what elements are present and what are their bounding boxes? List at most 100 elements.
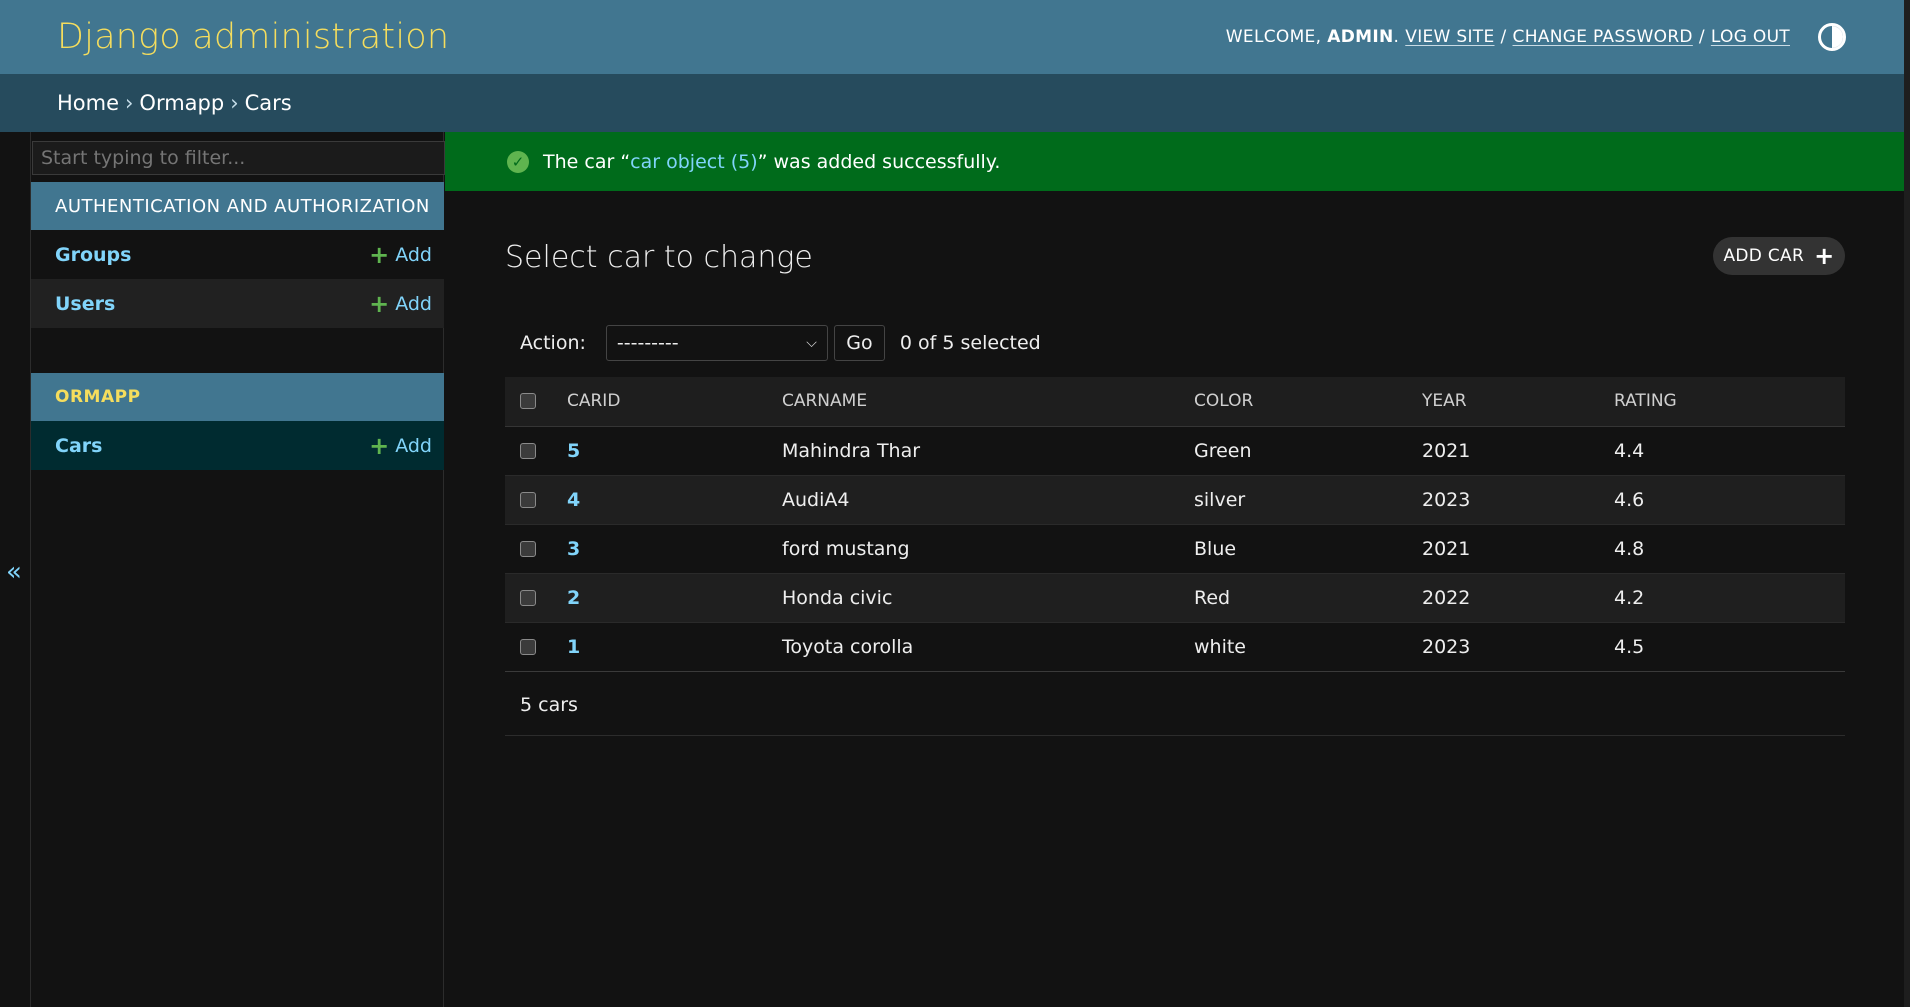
carid-cell: 4 [567, 475, 782, 525]
add-car-label: Add car [1723, 246, 1805, 266]
table-row: 1 Toyota corolla white 2023 4.5 [505, 622, 1845, 672]
breadcrumb-separator: › [230, 91, 239, 115]
color-cell: Green [1194, 426, 1422, 476]
carid-link[interactable]: 5 [567, 440, 580, 462]
message-suffix: ” was added successfully. [757, 150, 1001, 173]
breadcrumb-app[interactable]: Ormapp [139, 91, 224, 115]
carid-cell: 5 [567, 426, 782, 476]
breadcrumb-current: Cars [244, 91, 292, 115]
sidebar-item-label[interactable]: Cars [55, 435, 102, 457]
carid-link[interactable]: 1 [567, 636, 580, 658]
view-site-link[interactable]: View site [1405, 27, 1494, 47]
carname-cell: ford mustang [782, 524, 1194, 574]
page-title: Select car to change [505, 240, 813, 275]
change-password-link[interactable]: Change password [1513, 27, 1693, 47]
message-prefix: The car “ [543, 150, 631, 173]
username-suffix: . [1393, 27, 1400, 47]
rating-cell: 4.2 [1614, 573, 1845, 623]
welcome-text: Welcome, [1225, 27, 1322, 47]
rating-cell: 4.4 [1614, 426, 1845, 476]
table-header-row: Carid Carname Color Year Rating [505, 377, 1845, 427]
theme-toggle-icon[interactable] [1818, 23, 1846, 51]
user-tools: Welcome, admin . View site / Change pass… [1226, 23, 1846, 51]
carname-cell: AudiA4 [782, 475, 1194, 525]
add-label: Add [395, 292, 432, 315]
header: Django administration Welcome, admin . V… [0, 0, 1904, 74]
add-user-link[interactable]: + Add [369, 292, 432, 316]
breadcrumb-home[interactable]: Home [57, 91, 119, 115]
add-label: Add [395, 243, 432, 266]
row-checkbox[interactable] [520, 639, 536, 655]
color-cell: Blue [1194, 524, 1422, 574]
carid-link[interactable]: 2 [567, 587, 580, 609]
column-header-color[interactable]: Color [1194, 377, 1422, 427]
sidebar-item-groups: Groups + Add [31, 230, 444, 279]
add-group-link[interactable]: + Add [369, 243, 432, 267]
separator: / [1698, 27, 1705, 47]
row-select-cell [505, 622, 567, 672]
sidebar-item-users: Users + Add [31, 279, 444, 328]
module-caption-auth[interactable]: Authentication and Authorization [31, 182, 444, 230]
rating-cell: 4.6 [1614, 475, 1845, 525]
carname-cell: Toyota corolla [782, 622, 1194, 672]
sidebar-item-label[interactable]: Groups [55, 244, 131, 266]
table-row: 3 ford mustang Blue 2021 4.8 [505, 524, 1845, 574]
sidebar-filter-input[interactable] [32, 141, 445, 175]
table-row: 4 AudiA4 silver 2023 4.6 [505, 475, 1845, 525]
year-cell: 2021 [1422, 426, 1614, 476]
site-name[interactable]: Django administration [57, 17, 449, 57]
row-checkbox[interactable] [520, 541, 536, 557]
carid-cell: 1 [567, 622, 782, 672]
plus-icon: + [1814, 242, 1835, 270]
go-button[interactable]: Go [833, 325, 885, 361]
add-car-link[interactable]: + Add [369, 434, 432, 458]
success-message: ✓ The car “ car object (5) ” was added s… [445, 132, 1904, 191]
column-header-carid[interactable]: Carid [567, 377, 782, 427]
year-cell: 2022 [1422, 573, 1614, 623]
plus-icon: + [369, 240, 390, 269]
rating-cell: 4.8 [1614, 524, 1845, 574]
action-select[interactable]: --------- ⌵ [605, 325, 828, 361]
success-check-icon: ✓ [507, 150, 529, 173]
results-table: Carid Carname Color Year Rating 5 Mahind… [505, 377, 1845, 672]
year-cell: 2023 [1422, 622, 1614, 672]
year-cell: 2023 [1422, 475, 1614, 525]
row-checkbox[interactable] [520, 443, 536, 459]
sidebar-toggle-column: « [0, 132, 31, 1007]
column-header-rating[interactable]: Rating [1614, 377, 1845, 427]
log-out-link[interactable]: Log out [1711, 27, 1790, 47]
year-cell: 2021 [1422, 524, 1614, 574]
plus-icon: + [369, 431, 390, 460]
select-all-header [505, 377, 567, 427]
action-label: Action: [520, 332, 586, 354]
window-edge [1904, 0, 1910, 1007]
table-row: 2 Honda civic Red 2022 4.2 [505, 573, 1845, 623]
color-cell: Red [1194, 573, 1422, 623]
carid-link[interactable]: 4 [567, 489, 580, 511]
sidebar-item-label[interactable]: Users [55, 293, 115, 315]
collapse-sidebar-icon[interactable]: « [6, 557, 22, 587]
plus-icon: + [369, 289, 390, 318]
paginator: 5 cars [505, 674, 1845, 736]
username: admin [1327, 27, 1394, 47]
table-row: 5 Mahindra Thar Green 2021 4.4 [505, 426, 1845, 476]
carid-link[interactable]: 3 [567, 538, 580, 560]
select-all-checkbox[interactable] [520, 393, 536, 410]
row-select-cell [505, 573, 567, 623]
module-caption-ormapp[interactable]: Ormapp [31, 373, 444, 421]
color-cell: white [1194, 622, 1422, 672]
action-selected-value: --------- [616, 332, 679, 354]
carid-cell: 2 [567, 573, 782, 623]
column-header-carname[interactable]: Carname [782, 377, 1194, 427]
row-checkbox[interactable] [520, 590, 536, 606]
selected-counter: 0 of 5 selected [899, 332, 1041, 354]
row-checkbox[interactable] [520, 492, 536, 508]
row-select-cell [505, 524, 567, 574]
chevron-down-icon: ⌵ [806, 335, 817, 351]
column-header-year[interactable]: Year [1422, 377, 1614, 427]
nav-sidebar: Authentication and Authorization Groups … [31, 132, 445, 1007]
row-select-cell [505, 426, 567, 476]
carname-cell: Mahindra Thar [782, 426, 1194, 476]
message-object-link[interactable]: car object (5) [630, 151, 757, 173]
add-car-button[interactable]: Add car + [1713, 237, 1845, 275]
